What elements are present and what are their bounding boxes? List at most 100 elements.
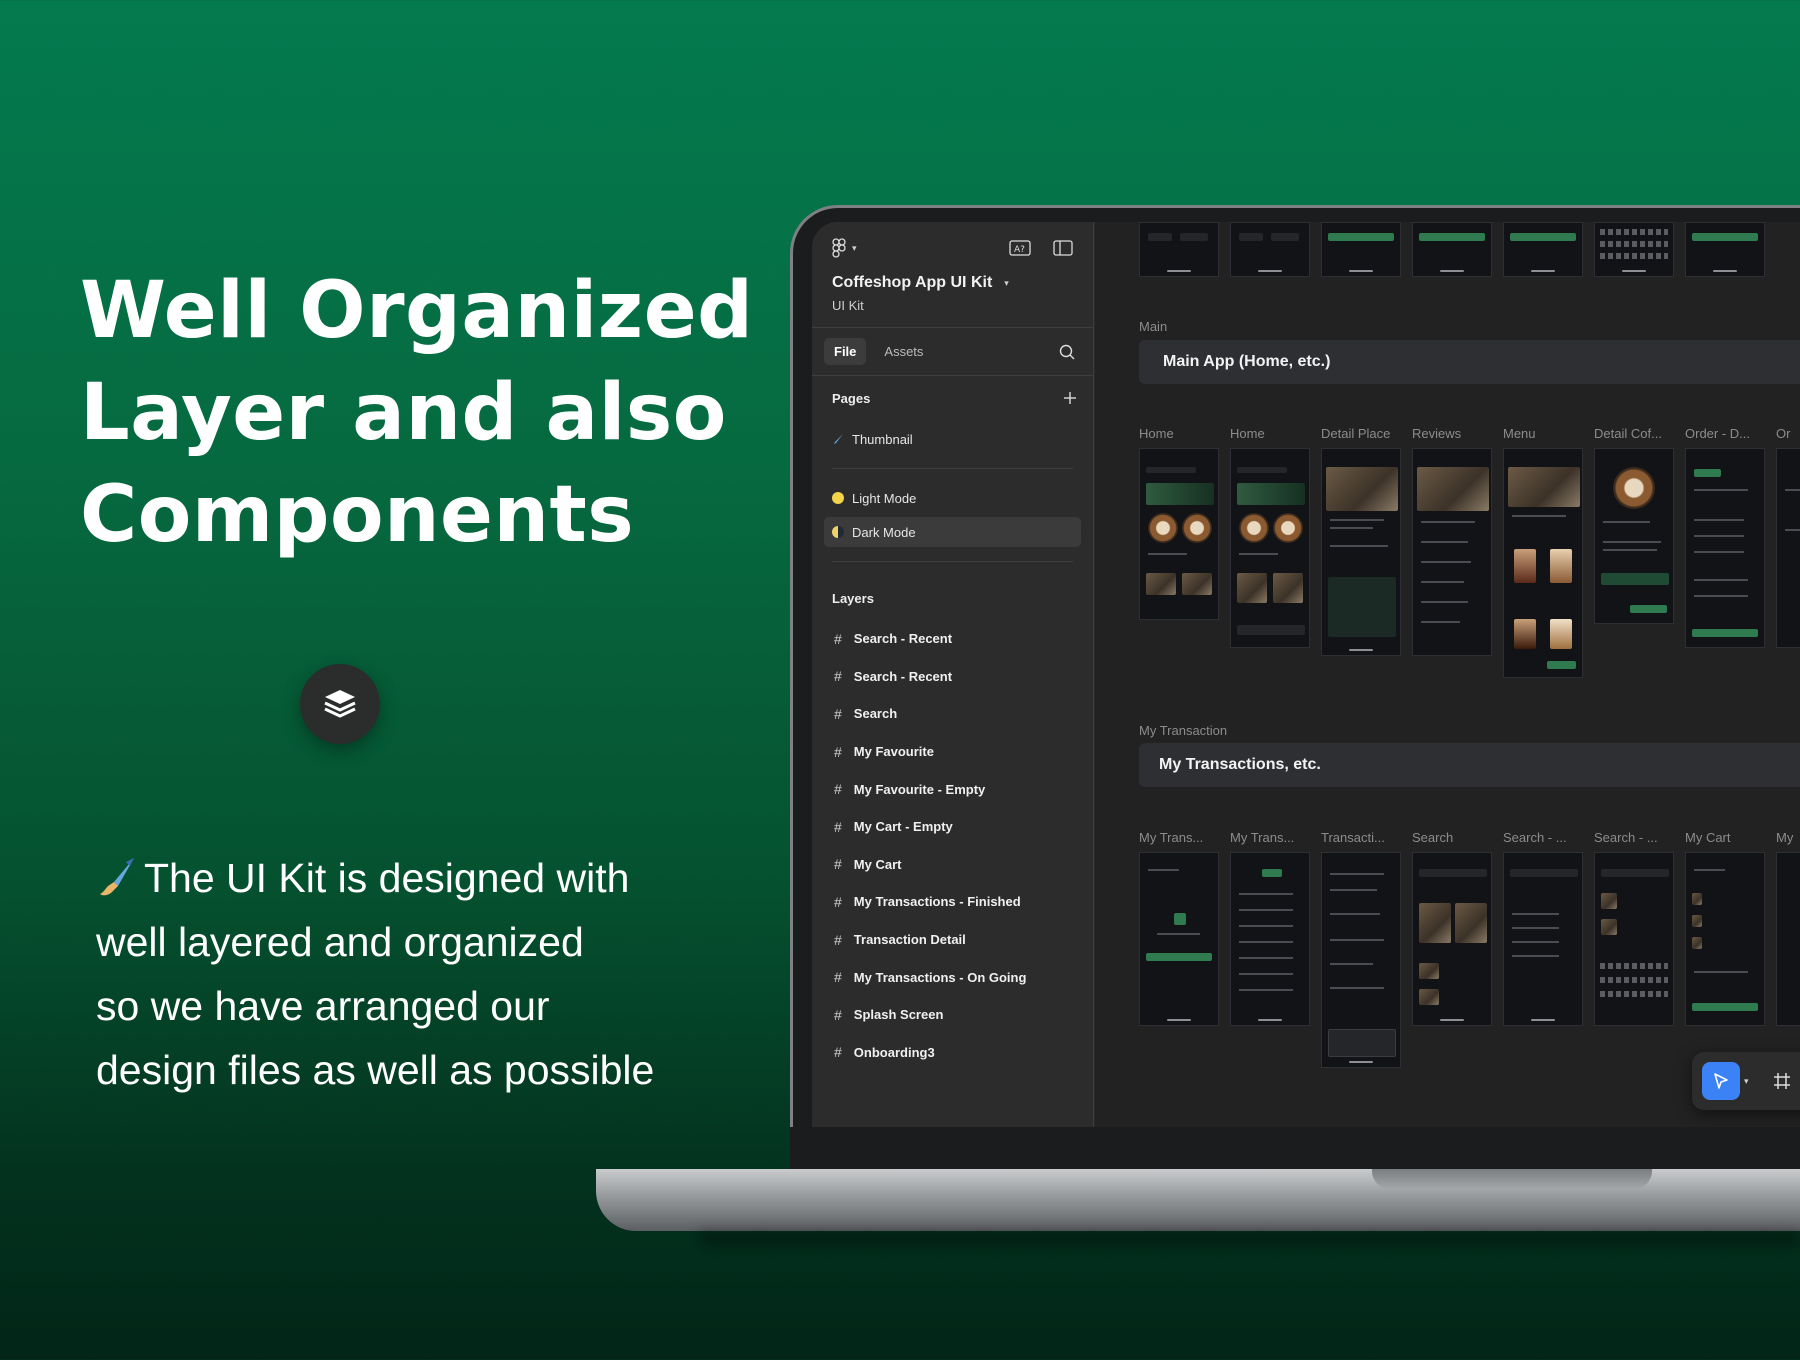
add-page-icon[interactable] — [1063, 391, 1077, 405]
layer-item[interactable]: # My Favourite - Empty — [812, 770, 1093, 808]
search-icon[interactable] — [1059, 344, 1075, 360]
layer-item[interactable]: # Search - Recent — [812, 620, 1093, 658]
frame-thumbnail[interactable] — [1503, 222, 1583, 277]
layer-label: Onboarding3 — [853, 1044, 935, 1060]
layer-label: My Favourite — [853, 744, 934, 760]
frame-detail-coffee[interactable] — [1594, 448, 1674, 624]
frame-label: Detail Cof... — [1594, 426, 1662, 441]
frame-search-results[interactable] — [1594, 852, 1674, 1026]
frame-transaction-detail[interactable] — [1321, 852, 1401, 1068]
layer-item[interactable]: # Onboarding3 — [812, 1034, 1093, 1072]
section-label-main: Main — [1139, 319, 1168, 334]
headline-line-3: Components — [80, 470, 635, 560]
frame-label: My Trans... — [1230, 830, 1295, 845]
pages-label: Pages — [832, 390, 871, 406]
layer-label: My Transactions - On Going — [853, 969, 1027, 985]
headline: Well Organized Layer and also Components — [80, 260, 753, 566]
frame-detail-place[interactable] — [1321, 448, 1401, 656]
page-item-light-mode[interactable]: Light Mode — [824, 483, 1081, 513]
section-label-transaction: My Transaction — [1139, 723, 1228, 738]
frame-label: Menu — [1503, 426, 1536, 441]
frame-my-cart[interactable] — [1685, 852, 1765, 1026]
frame-icon: # — [834, 1044, 842, 1061]
bottom-toolbar: ▾ ▾ — [1692, 1052, 1800, 1110]
layer-item[interactable]: # My Transactions - On Going — [812, 958, 1093, 996]
laptop-bezel — [790, 1127, 1800, 1169]
frame-my-transactions[interactable] — [1230, 852, 1310, 1026]
frame-icon: # — [834, 893, 842, 910]
laptop-shadow — [700, 1231, 1800, 1245]
frame-order-detail[interactable] — [1685, 448, 1765, 648]
frame-thumbnail[interactable] — [1230, 222, 1310, 277]
page-item-dark-mode[interactable]: Dark Mode — [824, 517, 1081, 547]
layer-label: My Transactions - Finished — [853, 894, 1021, 910]
frame-label: Order - D... — [1685, 426, 1751, 441]
frame-thumbnail[interactable] — [1594, 222, 1674, 277]
description: The UI Kit is designed with well layered… — [96, 846, 736, 1102]
move-tool[interactable]: ▾ — [1702, 1062, 1749, 1100]
frame-icon: # — [834, 969, 842, 986]
frame-tool[interactable]: ▾ — [1763, 1062, 1800, 1100]
layer-label: Search - Recent — [853, 668, 953, 684]
frame-label: Search - ... — [1594, 830, 1658, 845]
section-banner-transaction[interactable]: My Transactions, etc. — [1139, 743, 1800, 787]
text-style-icon[interactable]: A? — [1009, 240, 1031, 256]
divider — [832, 468, 1073, 469]
frame-menu[interactable] — [1503, 448, 1583, 678]
frame-home[interactable] — [1230, 448, 1310, 648]
frame-label: Or — [1776, 426, 1791, 441]
frame-label: Search — [1412, 830, 1454, 845]
layer-item[interactable]: # My Cart — [812, 846, 1093, 884]
file-title-text: Coffeshop App UI Kit — [832, 274, 993, 291]
layer-item[interactable]: # My Cart - Empty — [812, 808, 1093, 846]
frame-search-recent[interactable] — [1503, 852, 1583, 1026]
frame-label: My — [1776, 830, 1794, 845]
layers-list: # Search - Recent # Search - Recent # Searc… — [812, 620, 1093, 1071]
chevron-down-icon: ▾ — [1004, 277, 1009, 288]
section-banner-main[interactable]: Main App (Home, etc.) — [1139, 340, 1800, 384]
frame-label: My Cart — [1685, 830, 1731, 845]
layer-item[interactable]: # Splash Screen — [812, 996, 1093, 1034]
layer-item[interactable]: # Transaction Detail — [812, 921, 1093, 959]
pages-header: Pages — [812, 376, 1093, 420]
frame-thumbnail[interactable] — [1321, 222, 1401, 277]
layer-label: Transaction Detail — [853, 932, 966, 948]
page-item-thumbnail[interactable]: Thumbnail — [824, 424, 1081, 454]
sidebar-top-icons: A? — [1009, 240, 1073, 256]
file-title[interactable]: Coffeshop App UI Kit ▾ — [812, 274, 1093, 292]
layer-item[interactable]: # Search - Recent — [812, 658, 1093, 696]
frame-label: Transacti... — [1321, 830, 1385, 845]
layer-label: My Favourite - Empty — [853, 781, 986, 797]
panel-toggle-icon[interactable] — [1053, 240, 1073, 256]
page-item-label: Dark Mode — [852, 524, 916, 540]
frame-icon: # — [834, 931, 842, 948]
page-item-label: Thumbnail — [852, 431, 913, 447]
left-sidebar: ▾ A? Coffeshop App UI Kit ▾ UI Kit File … — [812, 222, 1094, 1127]
frame-reviews[interactable] — [1412, 448, 1492, 656]
divider — [832, 561, 1073, 562]
frame-my[interactable] — [1776, 852, 1800, 1026]
design-canvas[interactable]: Main Main App (Home, etc.) Home Home Det… — [1095, 222, 1800, 1127]
main-menu-button[interactable]: ▾ — [832, 238, 857, 258]
frame-label: My Trans... — [1139, 830, 1204, 845]
frame-icon: # — [834, 630, 842, 647]
frame-label: Reviews — [1412, 426, 1462, 441]
brush-icon — [834, 434, 843, 444]
layer-item[interactable]: # My Transactions - Finished — [812, 883, 1093, 921]
layer-item[interactable]: # My Favourite — [812, 733, 1093, 771]
frame-my-transactions-empty[interactable] — [1139, 852, 1219, 1026]
frame-thumbnail[interactable] — [1139, 222, 1219, 277]
frame-search[interactable] — [1412, 852, 1492, 1026]
frame-thumbnail[interactable] — [1685, 222, 1765, 277]
figma-window: ▾ A? Coffeshop App UI Kit ▾ UI Kit File … — [812, 222, 1800, 1127]
frame-order[interactable] — [1776, 448, 1800, 648]
tab-file[interactable]: File — [824, 338, 867, 365]
file-subtitle: UI Kit — [832, 298, 864, 313]
frame-label: Home — [1139, 426, 1174, 441]
layer-item[interactable]: # Search — [812, 695, 1093, 733]
paintbrush-icon — [100, 858, 134, 896]
frame-home[interactable] — [1139, 448, 1219, 620]
frame-label: Detail Place — [1321, 426, 1391, 441]
frame-thumbnail[interactable] — [1412, 222, 1492, 277]
tab-assets[interactable]: Assets — [874, 338, 933, 365]
